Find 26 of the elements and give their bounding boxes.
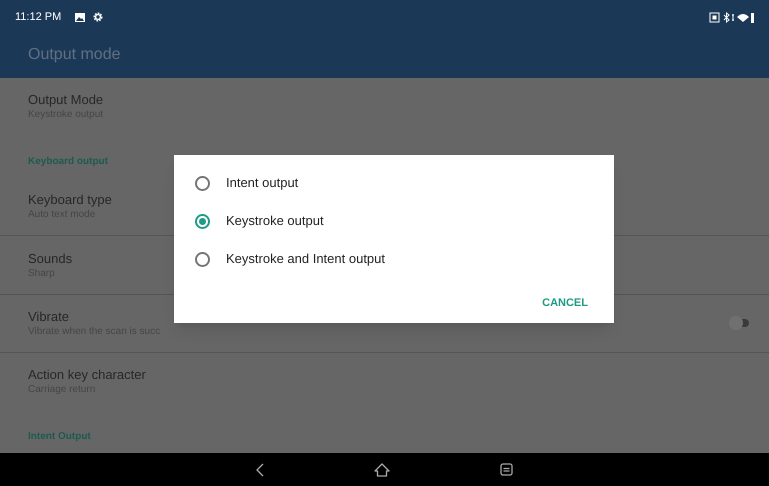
radio-button[interactable] xyxy=(195,176,210,190)
section-header: Keyboard output xyxy=(28,156,108,168)
toggle-switch[interactable] xyxy=(729,316,751,330)
setting-title: Action key character xyxy=(28,366,146,383)
recents-icon[interactable] xyxy=(500,463,513,476)
option-label: Intent output xyxy=(226,174,298,192)
radio-option[interactable]: Keystroke output xyxy=(194,202,594,240)
status-time: 11:12 PM xyxy=(15,10,62,25)
setting-title: Keyboard type xyxy=(28,191,112,208)
gear-icon xyxy=(93,12,104,22)
home-icon[interactable] xyxy=(374,462,390,476)
option-label: Keystroke output xyxy=(226,212,324,230)
setting-title: Sounds xyxy=(28,250,72,266)
cancel-button[interactable]: CANCEL xyxy=(540,293,590,314)
image-icon xyxy=(75,13,86,22)
setting-title: Output Mode xyxy=(28,91,104,108)
radio-option[interactable]: Keystroke and Intent output xyxy=(194,240,594,278)
radio-option[interactable]: Intent output xyxy=(194,164,594,202)
radio-button[interactable] xyxy=(195,214,210,228)
setting-title: Vibrate xyxy=(28,308,69,325)
app-bar-title: Output mode xyxy=(28,45,120,65)
status-icons-drawing xyxy=(709,12,754,23)
section-header: Intent Output xyxy=(28,431,91,442)
radio-button[interactable] xyxy=(195,252,210,266)
option-label: Keystroke and Intent output xyxy=(226,250,385,268)
back-icon[interactable] xyxy=(256,462,264,476)
